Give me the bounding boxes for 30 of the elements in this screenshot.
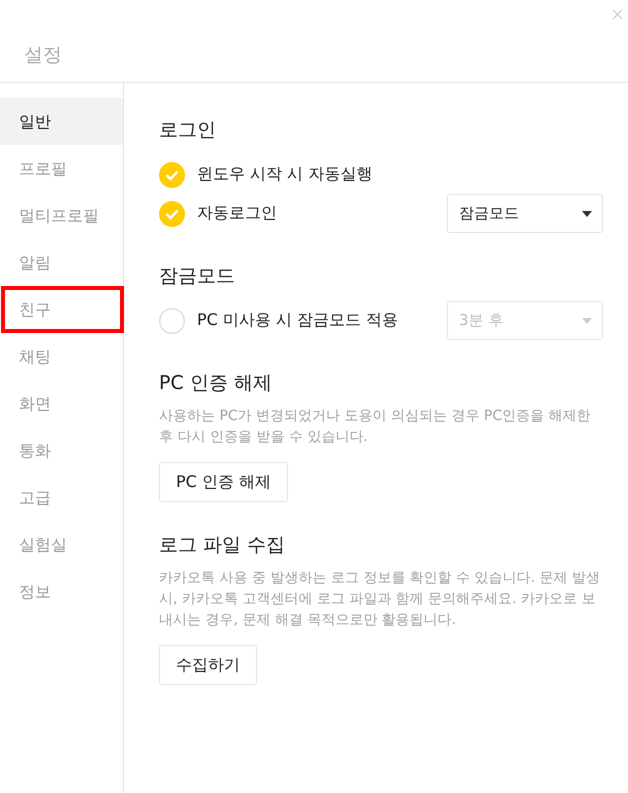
sidebar-item[interactable]: 정보: [0, 568, 123, 615]
dropdown[interactable]: 잠금모드: [447, 194, 603, 233]
sidebar-item[interactable]: 알림: [0, 239, 123, 286]
sidebar-item[interactable]: 통화: [0, 427, 123, 474]
caret-icon: [582, 318, 592, 324]
checkbox[interactable]: [159, 200, 185, 226]
checkbox[interactable]: [159, 162, 185, 188]
caret-icon: [582, 210, 592, 216]
window-title: 설정: [24, 43, 62, 68]
sidebar-item[interactable]: 실험실: [0, 521, 123, 568]
checkbox-label: PC 미사용 시 잠금모드 적용: [197, 310, 400, 331]
close-icon[interactable]: [612, 9, 623, 20]
action-button[interactable]: 수집하기: [159, 645, 257, 685]
sidebar-item[interactable]: 고급: [0, 474, 123, 521]
section-title: 잠금모드: [159, 264, 236, 289]
checkbox[interactable]: [159, 308, 185, 334]
checkbox-label: 윈도우 시작 시 자동실행: [197, 164, 374, 185]
section-title: 로그인: [159, 118, 217, 143]
sidebar-item[interactable]: 프로필: [0, 145, 123, 192]
description-text: 카카오톡 사용 중 발생하는 로그 정보를 확인할 수 있습니다. 문제 발생시, 카카오톡 고객센터에 로그 파일과 함께 문의해주세요. 카카오로 보내시는 경우, 문제 해결 목적으로만 활용됩니다.: [159, 569, 601, 630]
sidebar-item[interactable]: 친구: [1, 286, 124, 333]
sidebar-item[interactable]: 멀티프로필: [0, 192, 123, 239]
sidebar-item[interactable]: 채팅: [0, 333, 123, 380]
section-title: 로그 파일 수집: [159, 533, 286, 558]
action-button[interactable]: PC 인증 해제: [159, 462, 288, 502]
sidebar-item[interactable]: 일반: [0, 98, 123, 145]
checkbox-label: 자동로그인: [197, 203, 278, 224]
section-title: PC 인증 해제: [159, 371, 273, 396]
sidebar-item[interactable]: 화면: [0, 380, 123, 427]
description-text: 사용하는 PC가 변경되었거나 도용이 의심되는 경우 PC인증을 해제한 후 다시 인증을 받을 수 있습니다.: [159, 407, 592, 447]
